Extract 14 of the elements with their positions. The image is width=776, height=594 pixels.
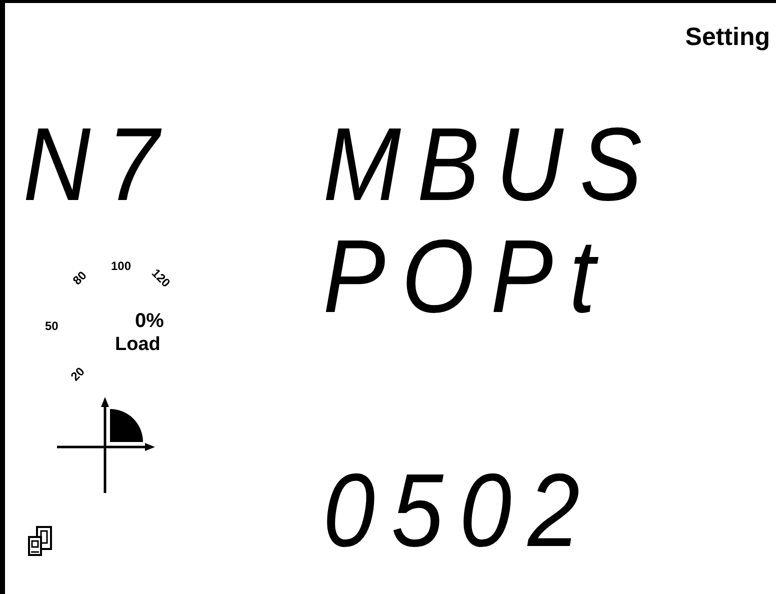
gauge-tick-label: 100 bbox=[111, 258, 132, 274]
communication-icon bbox=[27, 524, 53, 556]
gauge-tick-label: 120 bbox=[148, 264, 174, 291]
quadrant-icon bbox=[55, 396, 155, 494]
parameter-code: N7 bbox=[23, 112, 176, 216]
gauge-tick-label: 50 bbox=[45, 318, 58, 334]
gauge-tick-label: 20 bbox=[67, 362, 88, 385]
menu-line: POPt bbox=[323, 224, 612, 328]
mode-label: Setting bbox=[685, 22, 770, 53]
load-label: Load bbox=[115, 334, 160, 354]
load-percent: 0% bbox=[135, 310, 164, 330]
setting-value: 0502 bbox=[323, 458, 598, 562]
menu-line: MBUS bbox=[323, 112, 658, 216]
gauge-tick-label: 80 bbox=[69, 266, 90, 289]
